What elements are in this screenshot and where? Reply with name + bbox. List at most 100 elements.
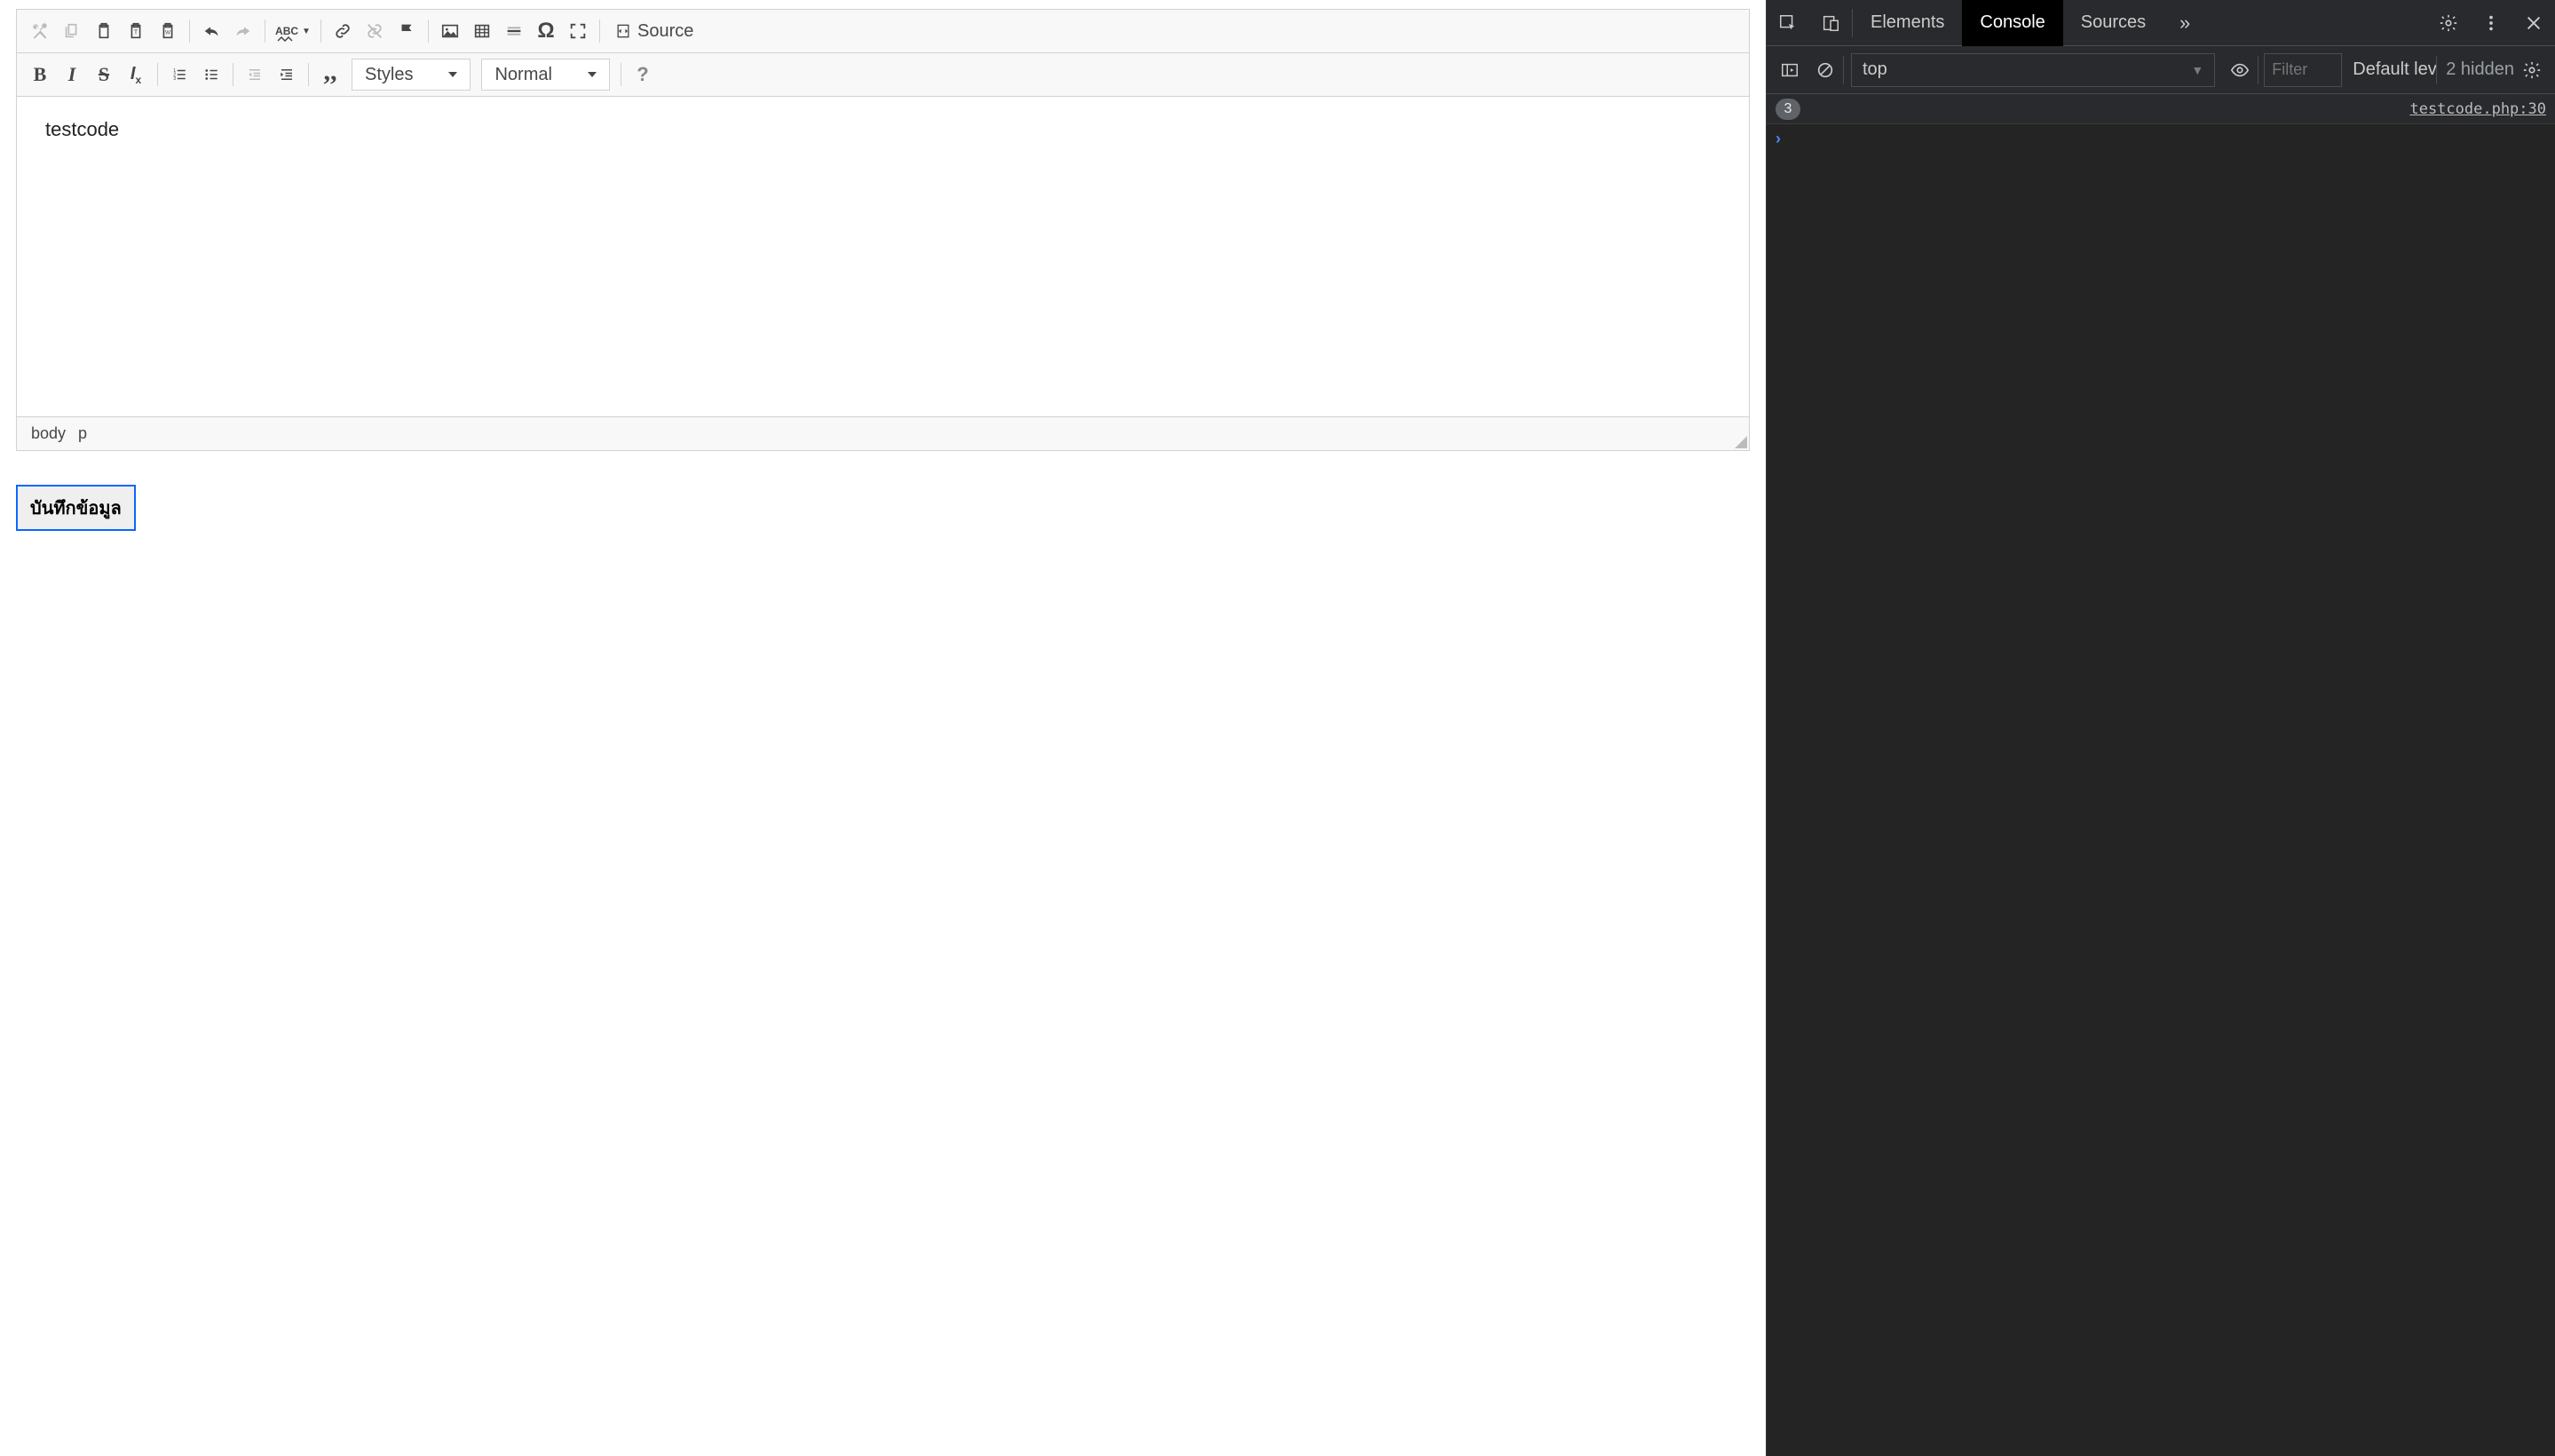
about-button[interactable]: ?: [627, 59, 659, 91]
console-toolbar: top ▼ Default levels 2 hidden: [1767, 46, 2555, 94]
styles-combo[interactable]: Styles: [352, 59, 471, 91]
undo-button[interactable]: [195, 15, 227, 47]
flag-icon: [397, 21, 416, 41]
console-prompt[interactable]: ›: [1767, 124, 2555, 153]
chevron-right-icon: ›: [1776, 130, 1781, 148]
redo-icon: [233, 21, 253, 41]
paste-text-button[interactable]: T: [120, 15, 152, 47]
gear-icon: [2439, 13, 2458, 33]
eye-icon: [2230, 60, 2250, 80]
image-button[interactable]: [434, 15, 466, 47]
table-button[interactable]: [466, 15, 498, 47]
ckeditor-path-bar: body p: [17, 416, 1749, 450]
copy-button: [56, 15, 88, 47]
numbered-list-button[interactable]: 123: [163, 59, 195, 91]
context-selector[interactable]: top ▼: [1851, 53, 2215, 87]
tab-elements[interactable]: Elements: [1853, 0, 1962, 46]
path-body[interactable]: body: [31, 424, 66, 443]
link-button[interactable]: [327, 15, 359, 47]
omega-icon: Ω: [537, 19, 554, 44]
settings-button[interactable]: [2427, 0, 2470, 46]
bold-button[interactable]: B: [24, 59, 56, 91]
hidden-count[interactable]: 2 hidden: [2446, 59, 2514, 80]
paste-button[interactable]: [88, 15, 120, 47]
horizontal-rule-button[interactable]: [498, 15, 530, 47]
devtools-panel: Elements Console Sources » top: [1766, 0, 2555, 1456]
close-devtools-button[interactable]: [2512, 0, 2555, 46]
bulleted-list-button[interactable]: [195, 59, 227, 91]
message-source-link[interactable]: testcode.php:30: [2409, 100, 2546, 118]
save-button[interactable]: บันทึกข้อมูล: [16, 485, 136, 531]
source-label: Source: [637, 21, 693, 42]
console-sidebar-toggle[interactable]: [1772, 47, 1807, 93]
quote-icon: ,,: [324, 65, 337, 79]
filter-input[interactable]: [2264, 53, 2342, 87]
source-button[interactable]: Source: [605, 15, 702, 47]
maximize-button[interactable]: [562, 15, 594, 47]
editor-content-text: testcode: [45, 118, 1720, 141]
clear-console-button[interactable]: [1807, 47, 1843, 93]
source-icon: [614, 22, 632, 40]
redo-button: [227, 15, 259, 47]
chevron-down-icon: [448, 72, 457, 77]
toolbar-separator: [320, 20, 321, 43]
inspect-icon: [1778, 13, 1798, 33]
bold-icon: B: [34, 63, 47, 86]
link-icon: [333, 21, 352, 41]
spellcheck-button[interactable]: ABC ▼: [271, 15, 315, 47]
console-body[interactable]: ›: [1767, 124, 2555, 1456]
paste-word-button[interactable]: W: [152, 15, 184, 47]
live-expression-button[interactable]: [2222, 47, 2258, 93]
remove-format-icon: Ix: [131, 64, 141, 86]
log-levels-selector[interactable]: Default levels: [2347, 59, 2436, 80]
unlink-button: [359, 15, 391, 47]
horizontal-rule-icon: [504, 21, 524, 41]
tab-sources[interactable]: Sources: [2063, 0, 2163, 46]
close-icon: [2524, 13, 2543, 33]
strike-button[interactable]: S: [88, 59, 120, 91]
gear-icon: [2522, 60, 2542, 80]
path-p[interactable]: p: [78, 424, 87, 443]
devtools-separator: [2436, 56, 2437, 84]
toolbar-separator: [157, 63, 158, 86]
format-combo[interactable]: Normal: [481, 59, 609, 91]
kebab-icon: [2481, 13, 2501, 33]
clear-icon: [1815, 60, 1835, 80]
tab-console[interactable]: Console: [1962, 0, 2062, 46]
ckeditor: T W ABC ▼: [16, 9, 1750, 451]
indent-button[interactable]: [271, 59, 303, 91]
cut-icon: [30, 21, 50, 41]
sidebar-icon: [1780, 60, 1800, 80]
help-icon: ?: [637, 63, 648, 86]
strike-icon: S: [99, 63, 109, 86]
inspect-element-button[interactable]: [1767, 0, 1809, 46]
page-body: T W ABC ▼: [0, 0, 1766, 1456]
cut-button: [24, 15, 56, 47]
toolbar-separator: [599, 20, 600, 43]
ckeditor-content[interactable]: testcode: [17, 97, 1749, 416]
paste-icon: [94, 21, 114, 41]
image-icon: [440, 21, 460, 41]
table-icon: [472, 21, 492, 41]
device-toggle-button[interactable]: [1809, 0, 1852, 46]
devtools-tabs: Elements Console Sources »: [1767, 0, 2555, 46]
chevron-right-icon: »: [2179, 12, 2190, 35]
italic-button[interactable]: I: [56, 59, 88, 91]
chevron-down-icon: ▼: [2191, 63, 2203, 77]
blockquote-button[interactable]: ,,: [314, 59, 346, 91]
resize-handle[interactable]: [1735, 436, 1747, 448]
ckeditor-toolbar-row1: T W ABC ▼: [17, 10, 1749, 53]
svg-text:3: 3: [173, 76, 176, 82]
styles-label: Styles: [365, 65, 413, 85]
special-char-button[interactable]: Ω: [530, 15, 562, 47]
device-icon: [1821, 13, 1840, 33]
bulleted-list-icon: [203, 67, 219, 83]
anchor-button[interactable]: [391, 15, 423, 47]
console-settings-button[interactable]: [2514, 47, 2550, 93]
message-count-badge[interactable]: 3: [1776, 99, 1800, 120]
menu-button[interactable]: [2470, 0, 2512, 46]
ckeditor-toolbar-row2: B I S Ix 123 ,, Styles: [17, 53, 1749, 97]
remove-format-button[interactable]: Ix: [120, 59, 152, 91]
more-tabs-button[interactable]: »: [2163, 0, 2206, 46]
toolbar-separator: [189, 20, 190, 43]
